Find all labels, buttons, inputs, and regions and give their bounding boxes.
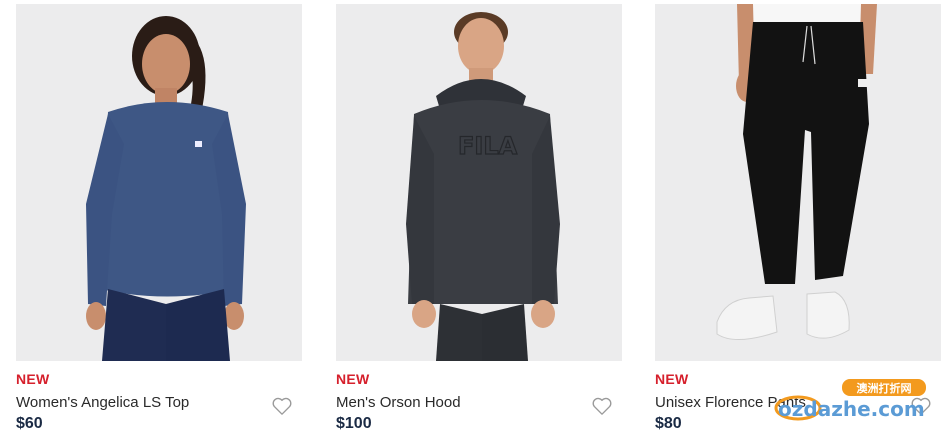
product-price: $100 [336, 415, 372, 432]
product-card-orson[interactable]: FILA NEW Men's Orson Hood $100 [336, 4, 622, 432]
product-image[interactable] [655, 4, 941, 361]
product-card-angelica[interactable]: NEW Women's Angelica LS Top $60 [16, 4, 302, 432]
product-name[interactable]: Women's Angelica LS Top [16, 394, 189, 411]
wishlist-heart-icon[interactable] [591, 396, 613, 416]
pants-photo-icon [655, 4, 941, 361]
product-price: $60 [16, 415, 43, 432]
new-badge: NEW [655, 371, 689, 387]
mens-hood-photo-icon: FILA [336, 4, 622, 361]
womens-top-photo-icon [16, 4, 302, 361]
svg-text:澳洲打折网: 澳洲打折网 [857, 381, 912, 395]
watermark-logo-icon: 澳洲打折网 ozdazhe.com [774, 379, 926, 421]
wishlist-heart-icon[interactable] [271, 396, 293, 416]
new-badge: NEW [336, 371, 370, 387]
product-image[interactable] [16, 4, 302, 361]
product-price: $80 [655, 415, 682, 432]
product-image[interactable]: FILA [336, 4, 622, 361]
svg-text:FILA: FILA [458, 132, 518, 160]
product-name[interactable]: Men's Orson Hood [336, 394, 461, 411]
svg-text:ozdazhe.com: ozdazhe.com [778, 397, 925, 421]
new-badge: NEW [16, 371, 50, 387]
product-card-florence[interactable]: NEW Unisex Florence Pants $80 [655, 4, 941, 432]
